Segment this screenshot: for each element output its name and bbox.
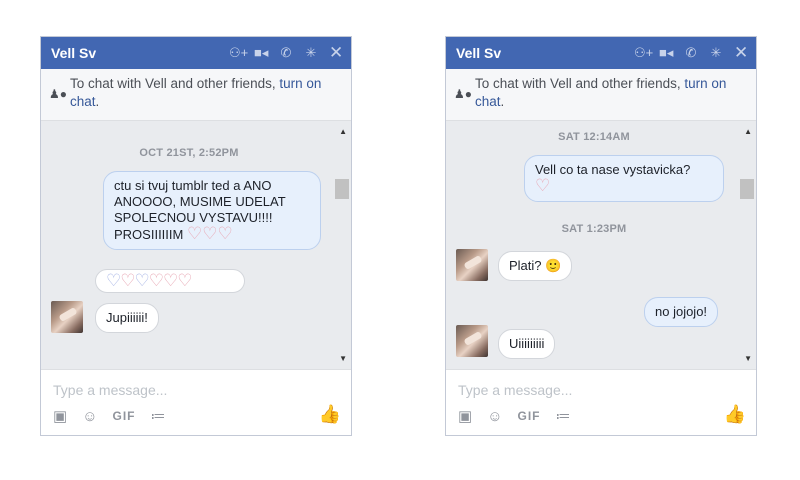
message-bubble-sent[interactable]: Vell co ta nase vystavicka? ♡ bbox=[524, 155, 724, 202]
thumbs-up-icon[interactable]: 👍 bbox=[724, 404, 746, 425]
close-icon[interactable]: ✕ bbox=[734, 44, 748, 61]
chat-off-notice: ♟● To chat with Vell and other friends, … bbox=[446, 69, 756, 121]
message-composer[interactable]: Type a message... ▣ ☺ GIF ≔ 👍 bbox=[41, 369, 351, 435]
thumbs-up-icon[interactable]: 👍 bbox=[319, 404, 341, 425]
chat-off-notice: ♟● To chat with Vell and other friends, … bbox=[41, 69, 351, 121]
emoji-icon[interactable]: ☺ bbox=[82, 408, 97, 425]
video-call-icon[interactable]: ■◂ bbox=[254, 46, 268, 60]
avatar[interactable] bbox=[51, 301, 83, 333]
emoji-icon[interactable]: ☺ bbox=[487, 408, 502, 425]
message-text: Vell co ta nase vystavicka? bbox=[535, 162, 691, 177]
avatar[interactable] bbox=[456, 249, 488, 281]
message-text: Plati? bbox=[509, 258, 542, 273]
scroll-up-icon[interactable]: ▲ bbox=[744, 127, 752, 136]
notice-text: To chat with Vell and other friends, bbox=[69, 76, 276, 91]
scroll-thumb[interactable] bbox=[740, 179, 754, 199]
message-bubble-received[interactable]: Uiiiiiiiii bbox=[498, 329, 556, 359]
timestamp: OCT 21ST, 2:52PM bbox=[139, 147, 239, 159]
phone-icon[interactable]: ✆ bbox=[684, 46, 698, 60]
chat-title[interactable]: Vell Sv bbox=[51, 45, 229, 61]
close-icon[interactable]: ✕ bbox=[329, 44, 343, 61]
hearts-icon: ♡ bbox=[535, 176, 551, 195]
message-list[interactable]: SAT 12:14AM Vell co ta nase vystavicka? … bbox=[446, 121, 756, 369]
chat-header[interactable]: Vell Sv ⚇+ ■◂ ✆ ✳ ✕ bbox=[446, 37, 756, 69]
person-online-icon: ♟● bbox=[49, 87, 68, 101]
message-bubble-received[interactable]: Jupiiiiii! bbox=[95, 303, 159, 333]
add-people-icon[interactable]: ⚇+ bbox=[634, 46, 653, 60]
person-online-icon: ♟● bbox=[454, 87, 473, 101]
camera-icon[interactable]: ▣ bbox=[53, 407, 67, 425]
scroll-thumb[interactable] bbox=[335, 179, 349, 199]
message-bubble-sent[interactable]: no jojojo! bbox=[644, 297, 719, 327]
chat-header[interactable]: Vell Sv ⚇+ ■◂ ✆ ✳ ✕ bbox=[41, 37, 351, 69]
message-input[interactable]: Type a message... bbox=[53, 382, 167, 398]
chat-window-left: Vell Sv ⚇+ ■◂ ✆ ✳ ✕ ♟● To chat with Vell… bbox=[40, 36, 352, 436]
scrollbar[interactable]: ▲ ▼ bbox=[335, 121, 351, 369]
message-bubble-received[interactable]: Plati? 🙂 bbox=[498, 251, 573, 281]
scrollbar[interactable]: ▲ ▼ bbox=[740, 121, 756, 369]
timestamp: SAT 1:23PM bbox=[561, 223, 627, 235]
message-bubble-hearts[interactable]: ♡♡♡♡♡♡ bbox=[95, 269, 245, 293]
gif-button[interactable]: GIF bbox=[518, 409, 541, 423]
hearts-icon: ♡ bbox=[134, 271, 150, 290]
notice-end: . bbox=[95, 94, 100, 109]
message-text: Jupiiiiii! bbox=[106, 310, 148, 325]
video-call-icon[interactable]: ■◂ bbox=[659, 46, 673, 60]
scroll-down-icon[interactable]: ▼ bbox=[744, 354, 752, 363]
message-text: Uiiiiiiiii bbox=[509, 336, 545, 351]
message-list[interactable]: OCT 21ST, 2:52PM ctu si tvuj tumblr ted … bbox=[41, 121, 351, 369]
hearts-icon: ♡♡♡ bbox=[186, 224, 233, 243]
notice-text: To chat with Vell and other friends, bbox=[474, 76, 681, 91]
smiley-icon: 🙂 bbox=[545, 258, 562, 273]
hearts-icon: ♡ bbox=[106, 271, 121, 290]
notice-end: . bbox=[500, 94, 505, 109]
camera-icon[interactable]: ▣ bbox=[458, 407, 472, 425]
avatar[interactable] bbox=[456, 325, 488, 357]
chat-window-right: Vell Sv ⚇+ ■◂ ✆ ✳ ✕ ♟● To chat with Vell… bbox=[445, 36, 757, 436]
hearts-icon: ♡♡♡ bbox=[148, 271, 193, 290]
timestamp: SAT 12:14AM bbox=[558, 131, 630, 143]
message-text: no jojojo! bbox=[655, 304, 708, 319]
phone-icon[interactable]: ✆ bbox=[279, 46, 293, 60]
message-bubble-sent[interactable]: ctu si tvuj tumblr ted a ANO ANOOOO, MUS… bbox=[103, 171, 321, 250]
message-composer[interactable]: Type a message... ▣ ☺ GIF ≔ 👍 bbox=[446, 369, 756, 435]
scroll-up-icon[interactable]: ▲ bbox=[339, 127, 347, 136]
gif-button[interactable]: GIF bbox=[113, 409, 136, 423]
message-input[interactable]: Type a message... bbox=[458, 382, 572, 398]
settings-icon[interactable]: ✳ bbox=[709, 46, 723, 60]
settings-icon[interactable]: ✳ bbox=[304, 46, 318, 60]
scroll-down-icon[interactable]: ▼ bbox=[339, 354, 347, 363]
attachment-icon[interactable]: ≔ bbox=[151, 407, 166, 425]
add-people-icon[interactable]: ⚇+ bbox=[229, 46, 248, 60]
attachment-icon[interactable]: ≔ bbox=[556, 407, 571, 425]
chat-title[interactable]: Vell Sv bbox=[456, 45, 634, 61]
hearts-icon: ♡ bbox=[120, 271, 135, 290]
